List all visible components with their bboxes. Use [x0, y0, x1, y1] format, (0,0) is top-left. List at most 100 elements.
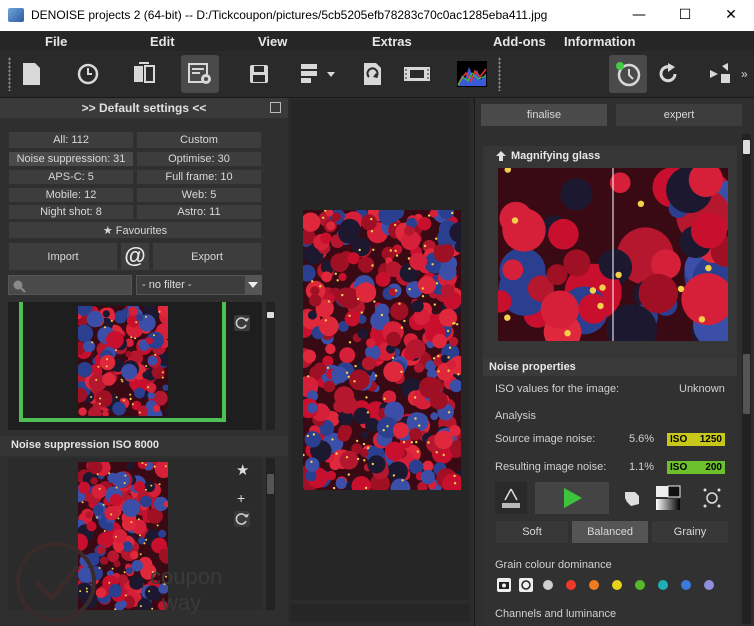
redo-icon[interactable]	[650, 55, 688, 93]
scroll-up-arrow	[267, 312, 274, 318]
hand-pointer-icon[interactable]	[621, 484, 643, 510]
filter-select[interactable]: - no filter -	[136, 275, 262, 295]
menu-file[interactable]: File	[45, 34, 67, 49]
contrast-toggle-icon[interactable]	[655, 484, 681, 512]
menu-extras[interactable]: Extras	[372, 34, 412, 49]
compare-icon[interactable]	[125, 55, 163, 93]
scrollbar-thumb[interactable]	[267, 474, 274, 494]
menu-edit[interactable]: Edit	[150, 34, 175, 49]
category-all[interactable]: All: 112	[8, 131, 134, 149]
toolbar-grip[interactable]	[8, 57, 11, 91]
image-preview-panel	[288, 98, 474, 626]
apply-play-button[interactable]	[535, 482, 609, 514]
refresh-icon[interactable]	[234, 511, 250, 527]
menu-view[interactable]: View	[258, 34, 287, 49]
category-noise-suppression[interactable]: Noise suppression: 31	[8, 151, 134, 167]
auto-grain-icon[interactable]	[519, 578, 533, 592]
channels-title: Channels and luminance	[495, 608, 617, 620]
star-icon: ★	[102, 224, 113, 237]
arrow-up-icon[interactable]	[495, 150, 507, 162]
tab-expert[interactable]: expert	[615, 103, 743, 127]
undock-icon[interactable]	[270, 102, 281, 113]
grain-color-swatch[interactable]	[681, 580, 691, 590]
add-icon[interactable]: +	[237, 490, 245, 506]
svg-text:way: way	[161, 590, 201, 615]
dust-icon[interactable]	[701, 486, 723, 510]
favourites-button[interactable]: ★ Favourites	[8, 221, 262, 239]
result-iso-value: 200	[705, 462, 722, 473]
source-iso-badge: ISO 1250	[667, 433, 725, 446]
source-noise-label: Source image noise:	[495, 433, 596, 445]
settings-icon[interactable]	[181, 55, 219, 93]
fullscreen-icon[interactable]	[702, 55, 740, 93]
import-button[interactable]: Import	[8, 242, 118, 271]
preset-list-scrollbar[interactable]	[266, 458, 275, 610]
filmstrip-icon[interactable]	[398, 55, 436, 93]
category-full-frame[interactable]: Full frame: 10	[136, 169, 262, 185]
preview-image[interactable]	[303, 210, 461, 490]
tab-finalise[interactable]: finalise	[480, 103, 608, 127]
menu-information[interactable]: Information	[564, 34, 636, 49]
category-optimise[interactable]: Optimise: 30	[136, 151, 262, 167]
toolbar-grip-2[interactable]	[498, 57, 501, 91]
settings-scrollbar[interactable]	[742, 134, 751, 624]
preset-header: Noise suppression ISO 8000	[0, 436, 288, 456]
grain-color-swatch[interactable]	[589, 580, 599, 590]
presets-panel: >> Default settings << All: 112 Custom N…	[0, 98, 289, 626]
app-icon	[8, 8, 24, 22]
grain-color-swatch[interactable]	[635, 580, 645, 590]
export-button[interactable]: Export	[152, 242, 262, 271]
grain-color-swatch[interactable]	[704, 580, 714, 590]
magnifier-section: Magnifying glass	[483, 146, 737, 366]
category-apsc[interactable]: APS-C: 5	[8, 169, 134, 185]
result-iso-tag: ISO	[670, 462, 688, 473]
preset-card[interactable]	[8, 302, 262, 430]
scrollbar-thumb[interactable]	[743, 354, 750, 414]
magnifier-title: Magnifying glass	[511, 150, 601, 162]
preview-scrollbar[interactable]	[290, 604, 470, 622]
result-noise-label: Resulting image noise:	[495, 461, 607, 473]
filter-dropdown-button[interactable]	[245, 276, 261, 294]
result-noise-percent: 1.1%	[629, 461, 655, 473]
category-mobile[interactable]: Mobile: 12	[8, 187, 134, 203]
preview-area[interactable]	[290, 100, 470, 600]
mode-soft-button[interactable]: Soft	[495, 520, 569, 544]
export-options-icon[interactable]	[296, 55, 338, 93]
menu-addons[interactable]: Add-ons	[493, 34, 546, 49]
grain-color-swatch[interactable]	[658, 580, 668, 590]
save-as-icon[interactable]	[354, 55, 392, 93]
category-astro[interactable]: Astro: 11	[136, 204, 262, 220]
scroll-up-arrow[interactable]	[743, 140, 750, 154]
maximize-button[interactable]: ☐	[662, 0, 708, 31]
histogram-icon[interactable]	[453, 55, 491, 93]
magnifier-image[interactable]	[498, 168, 728, 341]
search-input[interactable]	[8, 275, 132, 295]
grain-color-swatch[interactable]	[612, 580, 622, 590]
presets-header: >> Default settings <<	[0, 98, 288, 118]
auto-detect-icon[interactable]	[609, 55, 647, 93]
save-icon[interactable]	[240, 55, 278, 93]
noise-measure-button[interactable]	[495, 482, 527, 514]
close-button[interactable]: ✕	[708, 0, 754, 31]
at-button[interactable]: @	[120, 242, 150, 271]
favourite-star-icon[interactable]: ★	[236, 461, 249, 479]
refresh-icon[interactable]	[234, 315, 250, 331]
preset-scrollbar[interactable]	[266, 302, 275, 430]
grain-color-swatch[interactable]	[543, 580, 553, 590]
mode-grainy-button[interactable]: Grainy	[651, 520, 729, 544]
new-file-icon[interactable]	[12, 55, 50, 93]
toolbar: »	[0, 51, 754, 98]
category-custom[interactable]: Custom	[136, 131, 262, 149]
mode-balanced-button[interactable]: Balanced	[571, 520, 649, 544]
history-icon[interactable]	[69, 55, 107, 93]
noise-header: Noise properties	[483, 358, 737, 376]
minimize-button[interactable]: —	[616, 0, 662, 31]
toolbar-overflow[interactable]: »	[741, 67, 748, 81]
grain-color-swatch[interactable]	[566, 580, 576, 590]
menu-bar: File Edit View Extras Add-ons Informatio…	[0, 31, 754, 51]
category-night-shot[interactable]: Night shot: 8	[8, 204, 134, 220]
category-web[interactable]: Web: 5	[136, 187, 262, 203]
camera-icon[interactable]	[497, 578, 511, 592]
iso-label: ISO values for the image:	[495, 383, 620, 395]
noise-properties-section: Noise properties ISO values for the imag…	[483, 358, 737, 626]
